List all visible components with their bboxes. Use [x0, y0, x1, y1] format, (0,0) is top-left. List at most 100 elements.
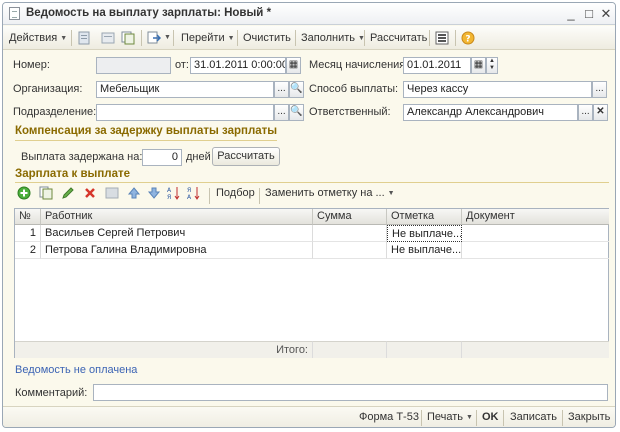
svg-text:Я: Я [167, 194, 171, 200]
responsible-label: Ответственный: [309, 106, 391, 118]
column-header-mark[interactable]: Отметка [387, 209, 462, 225]
column-header-number[interactable]: № [15, 209, 41, 225]
total-mark [387, 341, 462, 358]
chevron-down-icon: ▼ [227, 35, 235, 42]
row-number[interactable]: 1 [15, 225, 41, 242]
copy-icon[interactable] [121, 31, 135, 45]
post-icon[interactable] [77, 31, 91, 45]
salary-table: № Работник Сумма Отметка Документ 1 Васи… [14, 208, 609, 358]
responsible-field[interactable]: Александр Александрович [403, 104, 578, 121]
svg-text:?: ? [465, 35, 470, 45]
goto-menu[interactable]: Перейти ▼ [181, 26, 235, 50]
goto-menu-label: Перейти [181, 32, 225, 44]
payment-method-field[interactable]: Через кассу [403, 81, 592, 98]
delete-icon[interactable] [83, 186, 97, 200]
window-title: Ведомость на выплату зарплаты: Новый * [26, 7, 272, 19]
employee-cell[interactable]: Петрова Галина Владимировна [41, 242, 313, 259]
toolbar-separator [364, 30, 365, 46]
toolbar-separator [421, 410, 422, 426]
print-menu-label: Печать [427, 411, 464, 423]
date-field[interactable]: 31.01.2011 0:00:00 [190, 57, 286, 74]
pick-button[interactable]: Подбор [216, 187, 255, 199]
print-menu[interactable]: Печать ▼ [427, 407, 473, 427]
select-button[interactable]: ... [274, 81, 289, 98]
actions-menu[interactable]: Действия ▼ [9, 26, 67, 50]
delay-days-field[interactable]: 0 [142, 149, 182, 166]
department-label: Подразделение: [13, 106, 97, 118]
svg-text:A: A [167, 187, 172, 194]
replace-mark-label: Заменить отметку на ... [265, 187, 385, 199]
chevron-down-icon: ▼ [387, 190, 395, 197]
unpost-icon[interactable] [101, 31, 115, 45]
chevron-down-icon: ▼ [60, 35, 68, 42]
sort-ascending-icon[interactable]: AЯ [167, 186, 181, 200]
edit-icon[interactable] [61, 186, 75, 200]
column-header-employee[interactable]: Работник [41, 209, 313, 225]
total-document [462, 341, 609, 358]
comment-field[interactable] [93, 384, 608, 401]
calculate-button[interactable]: Рассчитать [370, 26, 427, 50]
fill-menu[interactable]: Заполнить ▼ [301, 26, 365, 50]
minimize-button[interactable]: _ [563, 5, 579, 22]
row-number[interactable]: 2 [15, 242, 41, 259]
svg-text:A: A [187, 194, 192, 200]
add-icon[interactable] [17, 186, 31, 200]
toolbar-separator [503, 410, 504, 426]
payment-status-link[interactable]: Ведомость не оплачена [15, 364, 137, 376]
select-button[interactable]: ... [274, 104, 289, 121]
organization-field[interactable]: Мебельщик [96, 81, 274, 98]
search-icon[interactable]: 🔍 [289, 81, 304, 98]
compensation-section-title: Компенсация за задержку выплаты зарплаты [15, 125, 278, 137]
comment-label: Комментарий: [15, 387, 88, 399]
calculate-compensation-button[interactable]: Рассчитать [212, 147, 280, 166]
number-field[interactable] [96, 57, 171, 74]
maximize-button[interactable]: □ [581, 5, 597, 22]
toolbar-separator [209, 188, 210, 204]
form-t53-button[interactable]: Форма Т-53 [359, 407, 419, 427]
amount-cell[interactable] [313, 225, 387, 242]
help-icon[interactable]: ? [461, 31, 475, 45]
move-up-icon[interactable] [127, 186, 141, 200]
delay-label: Выплата задержана на: [21, 151, 143, 163]
replace-mark-menu[interactable]: Заменить отметку на ... ▼ [265, 187, 395, 199]
mark-cell[interactable]: Не выплаче... [387, 225, 462, 242]
total-label: Итого: [15, 341, 313, 358]
month-stepper[interactable]: ▲ ▼ [486, 57, 498, 74]
column-header-amount[interactable]: Сумма [313, 209, 387, 225]
clear-icon[interactable]: ✕ [593, 104, 608, 121]
sort-descending-icon[interactable]: ЯA [187, 186, 201, 200]
select-button[interactable]: ... [578, 104, 593, 121]
month-field[interactable]: 01.01.2011 [403, 57, 471, 74]
chevron-down-icon[interactable]: ▼ [164, 34, 171, 41]
move-down-icon[interactable] [147, 186, 161, 200]
close-button[interactable]: Закрыть [568, 407, 610, 427]
department-field[interactable] [96, 104, 274, 121]
document-cell[interactable] [462, 225, 609, 242]
toolbar-separator [141, 30, 142, 46]
amount-cell[interactable] [313, 242, 387, 259]
toolbar-separator [237, 30, 238, 46]
toolbar-separator [562, 410, 563, 426]
close-window-button[interactable]: ✕ [598, 5, 614, 22]
select-button[interactable]: ... [592, 81, 607, 98]
calendar-icon[interactable]: ▦ [471, 57, 486, 74]
employee-cell[interactable]: Васильев Сергей Петрович [41, 225, 313, 242]
column-header-document[interactable]: Документ [462, 209, 609, 225]
organization-label: Организация: [13, 83, 83, 95]
search-icon[interactable]: 🔍 [289, 104, 304, 121]
mark-cell[interactable]: Не выплаче... [387, 242, 462, 259]
end-edit-icon[interactable] [105, 186, 119, 200]
copy-row-icon[interactable] [39, 186, 53, 200]
bottom-bar: Форма Т-53 Печать ▼ OK Записать Закрыть [3, 406, 615, 427]
calendar-icon[interactable]: ▦ [286, 57, 301, 74]
structure-icon[interactable] [435, 31, 449, 45]
document-cell[interactable] [462, 242, 609, 259]
toolbar: Действия ▼ ▼ Перейти ▼ Очистить Заполнить ▼… [3, 26, 615, 50]
document-icon [9, 7, 20, 20]
section-divider [15, 140, 277, 141]
ok-button[interactable]: OK [482, 407, 499, 427]
save-button[interactable]: Записать [510, 407, 557, 427]
total-amount [313, 341, 387, 358]
hierarchy-icon[interactable] [147, 31, 161, 45]
clear-button[interactable]: Очистить [243, 26, 291, 50]
